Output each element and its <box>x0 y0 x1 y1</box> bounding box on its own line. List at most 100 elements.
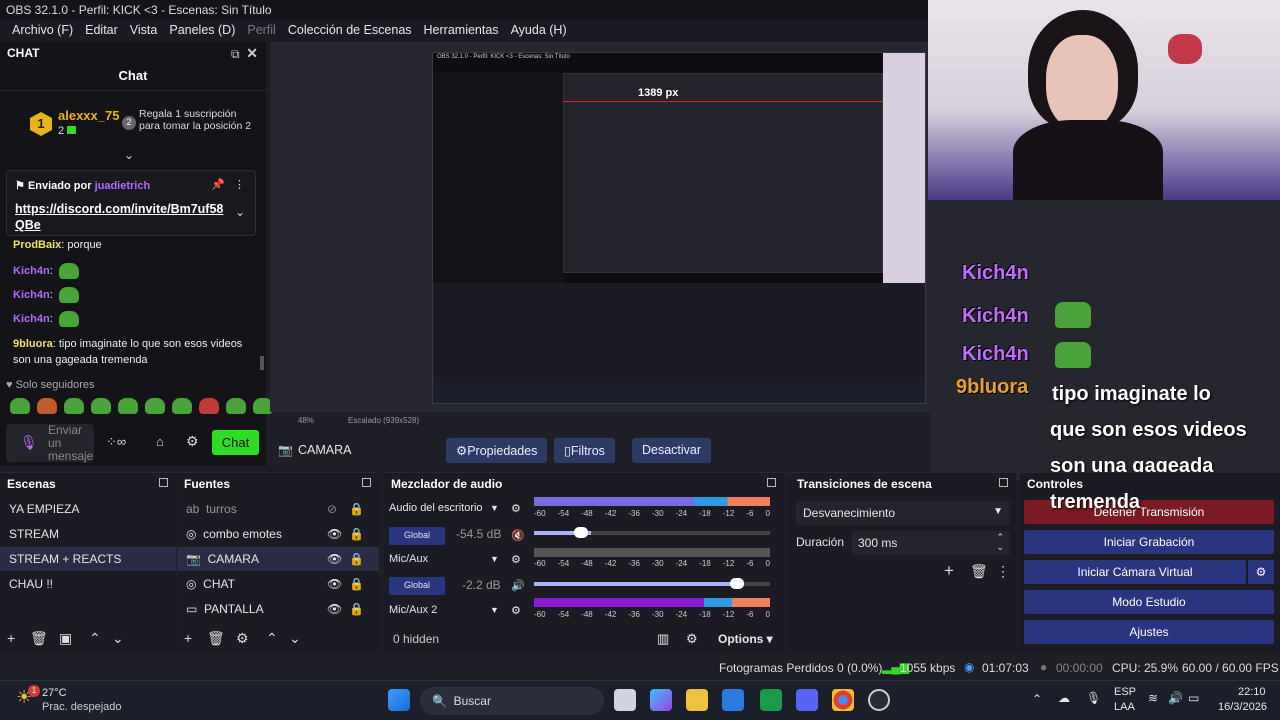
emote-icon[interactable] <box>118 398 138 414</box>
virtual-camera-button[interactable]: Iniciar Cámara Virtual <box>1024 560 1246 584</box>
language[interactable]: ESP <box>1114 686 1136 698</box>
clock-time[interactable]: 22:10 <box>1238 686 1266 698</box>
menu-herramientas[interactable]: Herramientas <box>418 20 505 42</box>
explorer-icon[interactable] <box>686 689 708 711</box>
channel-menu-icon[interactable]: ▼ <box>490 554 499 564</box>
source-item[interactable]: ▭ PANTALLA 👁 🔒 <box>177 597 379 621</box>
channel-settings-icon[interactable]: ⚙ <box>511 502 521 515</box>
mute-icon[interactable]: 🔇 <box>511 529 525 542</box>
language-layout[interactable]: LAA <box>1114 701 1135 713</box>
menu-vista[interactable]: Vista <box>124 20 164 42</box>
emote-icon[interactable] <box>91 398 111 414</box>
track-button[interactable]: Global <box>389 577 445 595</box>
settings-icon[interactable]: ⚙ <box>186 433 199 450</box>
menu-archivo[interactable]: Archivo (F) <box>6 20 79 42</box>
transition-select[interactable]: Desvanecimiento ▼ <box>796 501 1010 525</box>
trash-icon[interactable]: 🗑 <box>30 630 48 647</box>
undock-icon[interactable] <box>999 478 1008 487</box>
volume-slider[interactable] <box>534 578 770 589</box>
excel-icon[interactable] <box>760 689 782 711</box>
emote-icon[interactable] <box>145 398 165 414</box>
deactivate-button[interactable]: Desactivar <box>632 438 712 463</box>
menu-paneles[interactable]: Paneles (D) <box>163 20 241 42</box>
properties-button[interactable]: ⚙Propiedades <box>446 438 548 463</box>
scene-item[interactable]: CHAU !! <box>0 572 176 596</box>
scene-item[interactable]: STREAM + REACTS <box>0 547 176 571</box>
pinned-user[interactable]: juadietrich <box>95 180 151 192</box>
emote-icon[interactable] <box>172 398 192 414</box>
collapse-icon[interactable]: ⌄ <box>124 148 134 162</box>
copilot-icon[interactable] <box>650 689 672 711</box>
battery-icon[interactable]: ▭ <box>1188 691 1199 705</box>
emote-icon[interactable] <box>199 398 219 414</box>
discord-icon[interactable] <box>796 689 818 711</box>
emote-icon[interactable] <box>226 398 246 414</box>
settings-button[interactable]: Ajustes <box>1024 620 1274 644</box>
volume-slider[interactable] <box>534 527 770 538</box>
cloud-icon[interactable]: ☁ <box>1058 691 1070 705</box>
source-item[interactable]: 📷 CAMARA 👁 🔒 <box>177 547 379 571</box>
gear-icon[interactable]: ⚙ <box>236 630 249 647</box>
undock-icon[interactable]: ⧉ <box>231 47 240 61</box>
chrome-icon[interactable] <box>832 689 854 711</box>
windows-start-icon[interactable] <box>388 689 410 711</box>
advanced-audio-icon[interactable]: ⚙ <box>686 631 698 647</box>
add-icon[interactable]: + <box>944 561 954 581</box>
emote-picker-icon[interactable]: ⁘∞ <box>106 434 126 450</box>
mic-icon[interactable]: 🎙 <box>1086 691 1101 705</box>
filters-button[interactable]: ▯Filtros <box>554 438 615 463</box>
emote-icon[interactable] <box>10 398 30 414</box>
layout-icon[interactable]: ▥ <box>657 631 669 647</box>
tray-chevron-icon[interactable]: ⌃ <box>1032 692 1042 706</box>
volume-icon[interactable]: 🔊 <box>511 579 525 592</box>
gear-icon[interactable]: ⚙ <box>1248 560 1274 584</box>
studio-mode-button[interactable]: Modo Estudio <box>1024 590 1274 614</box>
scene-item[interactable]: YA EMPIEZA <box>0 497 176 521</box>
menu-editar[interactable]: Editar <box>79 20 124 42</box>
menu-coleccion[interactable]: Colección de Escenas <box>282 20 418 42</box>
source-item[interactable]: ab turros ⊘ 🔒 <box>177 497 379 521</box>
undock-icon[interactable] <box>362 478 371 487</box>
leader-name[interactable]: alexxx_75 <box>58 108 119 123</box>
pinned-link[interactable]: https://discord.com/invite/Bm7uf58 QBe <box>15 201 223 233</box>
trash-icon[interactable]: 🗑 <box>207 630 225 647</box>
obs-icon[interactable] <box>868 689 890 711</box>
mic-icon[interactable]: 🎙 <box>20 434 38 451</box>
volume-icon[interactable]: 🔊 <box>1168 691 1183 705</box>
undock-icon[interactable] <box>159 478 168 487</box>
channel-menu-icon[interactable]: ▼ <box>490 605 499 615</box>
chat-scrollbar[interactable] <box>260 356 264 370</box>
word-icon[interactable] <box>722 689 744 711</box>
add-icon[interactable]: + <box>184 630 192 646</box>
scene-item[interactable]: STREAM <box>0 522 176 546</box>
undock-icon[interactable] <box>767 478 776 487</box>
more-icon[interactable]: ⋮ <box>996 563 1010 580</box>
more-icon[interactable]: ⋮ <box>234 178 245 191</box>
close-icon[interactable]: ✕ <box>246 45 258 61</box>
clock-date[interactable]: 16/3/2026 <box>1218 701 1267 713</box>
move-up-icon[interactable]: ⌃ <box>89 630 101 647</box>
add-icon[interactable]: + <box>7 630 15 646</box>
unpin-icon[interactable]: 📌 <box>211 178 225 191</box>
move-down-icon[interactable]: ⌄ <box>289 630 301 647</box>
store-icon[interactable]: ⌂ <box>156 434 164 449</box>
menu-ayuda[interactable]: Ayuda (H) <box>505 20 573 42</box>
expand-chevron-icon[interactable]: ⌄ <box>235 205 245 219</box>
source-item[interactable]: ◎ combo emotes 👁 🔒 <box>177 522 379 546</box>
move-down-icon[interactable]: ⌄ <box>112 630 124 647</box>
channel-menu-icon[interactable]: ▼ <box>490 503 499 513</box>
move-up-icon[interactable]: ⌃ <box>266 630 278 647</box>
zoom-level[interactable]: 48% <box>298 416 314 425</box>
task-view-icon[interactable] <box>614 689 636 711</box>
emote-icon[interactable] <box>37 398 57 414</box>
wifi-icon[interactable]: ≋ <box>1148 691 1158 705</box>
channel-settings-icon[interactable]: ⚙ <box>511 553 521 566</box>
start-recording-button[interactable]: Iniciar Grabación <box>1024 530 1274 554</box>
duration-input[interactable]: 300 ms ⌃ ⌄ <box>852 531 1010 555</box>
emote-icon[interactable] <box>64 398 84 414</box>
options-button[interactable]: Options ▾ <box>718 632 773 646</box>
taskbar-search[interactable]: 🔍 Buscar <box>420 687 604 715</box>
channel-settings-icon[interactable]: ⚙ <box>511 604 521 617</box>
source-item[interactable]: ◎ CHAT 👁 🔒 <box>177 572 379 596</box>
filter-icon[interactable]: ▣ <box>59 630 72 647</box>
